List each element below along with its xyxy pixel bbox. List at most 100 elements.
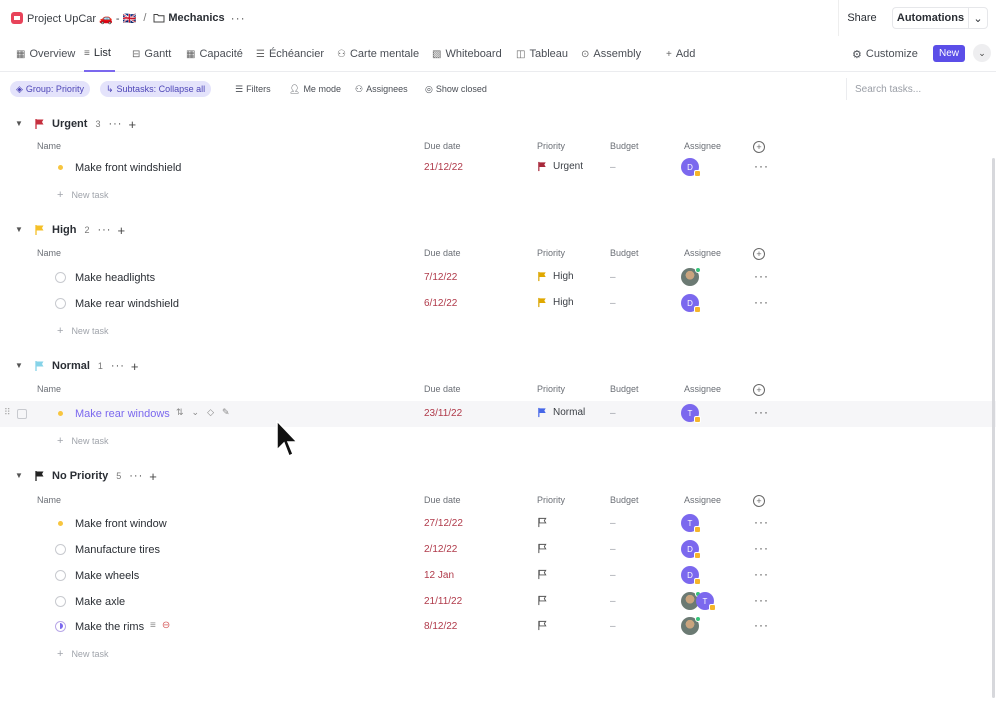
add-view-button[interactable]: + Add xyxy=(666,36,695,72)
tab-carte-mentale[interactable]: ⚇ Carte mentale xyxy=(337,36,419,72)
row-more-icon[interactable]: ··· xyxy=(754,269,769,283)
status-circle-icon[interactable] xyxy=(55,408,66,419)
col-budget[interactable]: Budget xyxy=(610,141,639,155)
collapse-caret-icon[interactable]: ▼ xyxy=(15,361,25,370)
col-due-date[interactable]: Due date xyxy=(424,141,461,155)
breadcrumb-folder[interactable]: Mechanics xyxy=(168,12,224,24)
col-assignee[interactable]: Assignee xyxy=(684,141,721,155)
table-row[interactable]: Make wheels 12 Jan – D ··· xyxy=(0,563,996,589)
avatar[interactable]: T xyxy=(681,404,701,423)
group-more-icon[interactable]: ··· xyxy=(108,118,122,130)
show-closed-button[interactable]: ◎ Show closed xyxy=(425,81,487,97)
tab-gantt[interactable]: ⊟ Gantt xyxy=(132,36,171,72)
group-more-icon[interactable]: ··· xyxy=(97,224,111,236)
tab-assembly[interactable]: ⊙ Assembly xyxy=(581,36,641,72)
group-add-icon[interactable]: + xyxy=(149,469,157,484)
task-budget[interactable]: – xyxy=(610,596,616,607)
task-name[interactable]: Make rear windows xyxy=(75,408,170,420)
blocked-icon[interactable]: ⊖ xyxy=(162,620,170,631)
avatar[interactable]: D xyxy=(681,294,701,313)
col-due-date[interactable]: Due date xyxy=(424,384,461,398)
tab-echeancier[interactable]: ☰ Échéancier xyxy=(256,36,324,72)
add-column-icon[interactable]: + xyxy=(753,384,765,396)
task-due-date[interactable]: 21/12/22 xyxy=(424,162,463,173)
scrollbar[interactable] xyxy=(992,158,995,698)
task-name[interactable]: Make the rims xyxy=(75,621,144,633)
new-task-button[interactable]: + New task xyxy=(57,648,108,660)
avatar[interactable]: D xyxy=(681,158,701,177)
col-budget[interactable]: Budget xyxy=(610,248,639,262)
status-circle-icon[interactable] xyxy=(55,518,66,529)
tag-icon[interactable]: ◇ xyxy=(207,407,214,418)
task-budget[interactable]: – xyxy=(610,408,616,419)
automations-chevron-icon[interactable]: ⌄ xyxy=(968,7,988,29)
task-due-date[interactable]: 12 Jan xyxy=(424,570,454,581)
task-budget[interactable]: – xyxy=(610,544,616,555)
task-priority[interactable] xyxy=(537,517,553,528)
col-priority[interactable]: Priority xyxy=(537,384,565,398)
filters-button[interactable]: ☰ Filters xyxy=(235,81,271,97)
customize-button[interactable]: ⚙ Customize xyxy=(852,36,918,72)
col-priority[interactable]: Priority xyxy=(537,495,565,509)
drag-handle-icon[interactable]: ⠿ xyxy=(4,407,11,418)
task-budget[interactable]: – xyxy=(610,570,616,581)
new-task-button[interactable]: + New task xyxy=(57,435,108,447)
task-priority[interactable] xyxy=(537,595,553,606)
col-assignee[interactable]: Assignee xyxy=(684,384,721,398)
task-name[interactable]: Make headlights xyxy=(75,272,155,284)
add-column-icon[interactable]: + xyxy=(753,248,765,260)
group-by-chip[interactable]: ◈ Group: Priority xyxy=(10,81,90,97)
task-priority[interactable] xyxy=(537,620,553,631)
table-row[interactable]: Make the rims ≡ ⊖ 8/12/22 – ··· xyxy=(0,614,996,640)
table-row[interactable]: Make axle 21/11/22 – T ··· xyxy=(0,589,996,615)
new-task-button[interactable]: + New task xyxy=(57,325,108,337)
assignees-button[interactable]: ⚇ Assignees xyxy=(355,81,408,97)
task-due-date[interactable]: 23/11/22 xyxy=(424,408,462,419)
task-due-date[interactable]: 2/12/22 xyxy=(424,544,457,555)
breadcrumb-project[interactable]: Project UpCar 🚗 - 🇬🇧 xyxy=(27,12,136,25)
group-add-icon[interactable]: + xyxy=(131,359,139,374)
row-more-icon[interactable]: ··· xyxy=(754,405,769,419)
status-circle-icon[interactable] xyxy=(55,162,66,173)
status-circle-icon[interactable] xyxy=(55,272,66,283)
row-more-icon[interactable]: ··· xyxy=(754,567,769,581)
avatar[interactable] xyxy=(681,616,701,635)
task-budget[interactable]: – xyxy=(610,518,616,529)
row-more-icon[interactable]: ··· xyxy=(754,618,769,632)
row-more-icon[interactable]: ··· xyxy=(754,593,769,607)
tab-tableau[interactable]: ◫ Tableau xyxy=(516,36,568,72)
chevron-down-icon[interactable]: ⌄ xyxy=(192,407,200,418)
tab-whiteboard[interactable]: ▧ Whiteboard xyxy=(432,36,502,72)
row-more-icon[interactable]: ··· xyxy=(754,515,769,529)
col-due-date[interactable]: Due date xyxy=(424,495,461,509)
group-more-icon[interactable]: ··· xyxy=(111,360,125,372)
status-circle-icon[interactable] xyxy=(55,570,66,581)
group-more-icon[interactable]: ··· xyxy=(129,470,143,482)
col-priority[interactable]: Priority xyxy=(537,141,565,155)
row-more-icon[interactable]: ··· xyxy=(754,159,769,173)
task-budget[interactable]: – xyxy=(610,272,616,283)
task-budget[interactable]: – xyxy=(610,621,616,632)
col-budget[interactable]: Budget xyxy=(610,495,639,509)
description-icon[interactable]: ≡ xyxy=(150,620,156,631)
edit-pencil-icon[interactable]: ✎ xyxy=(222,407,230,418)
task-name[interactable]: Manufacture tires xyxy=(75,544,160,556)
search-tasks-input[interactable]: Search tasks... xyxy=(846,78,992,100)
status-circle-icon[interactable] xyxy=(55,544,66,555)
add-column-icon[interactable]: + xyxy=(753,495,765,507)
task-budget[interactable]: – xyxy=(610,162,616,173)
share-button[interactable]: Share xyxy=(838,7,886,29)
chevron-down-icon[interactable]: ⌄ xyxy=(973,44,991,62)
task-due-date[interactable]: 8/12/22 xyxy=(424,621,457,632)
subtasks-chip[interactable]: ↳ Subtasks: Collapse all xyxy=(100,81,212,97)
task-due-date[interactable]: 6/12/22 xyxy=(424,298,457,309)
table-row[interactable]: ⠿ Make rear windows ⇅ ⌄ ◇ ✎ 23/11/22 Nor… xyxy=(0,401,996,427)
task-priority[interactable] xyxy=(537,543,553,554)
subtask-icon[interactable]: ⇅ xyxy=(176,407,184,418)
collapse-caret-icon[interactable]: ▼ xyxy=(15,471,25,480)
collapse-caret-icon[interactable]: ▼ xyxy=(15,225,25,234)
table-row[interactable]: Make front window 27/12/22 – T ··· xyxy=(0,511,996,537)
avatar[interactable]: D xyxy=(681,566,701,585)
collapse-caret-icon[interactable]: ▼ xyxy=(15,119,25,128)
status-circle-icon[interactable] xyxy=(55,298,66,309)
